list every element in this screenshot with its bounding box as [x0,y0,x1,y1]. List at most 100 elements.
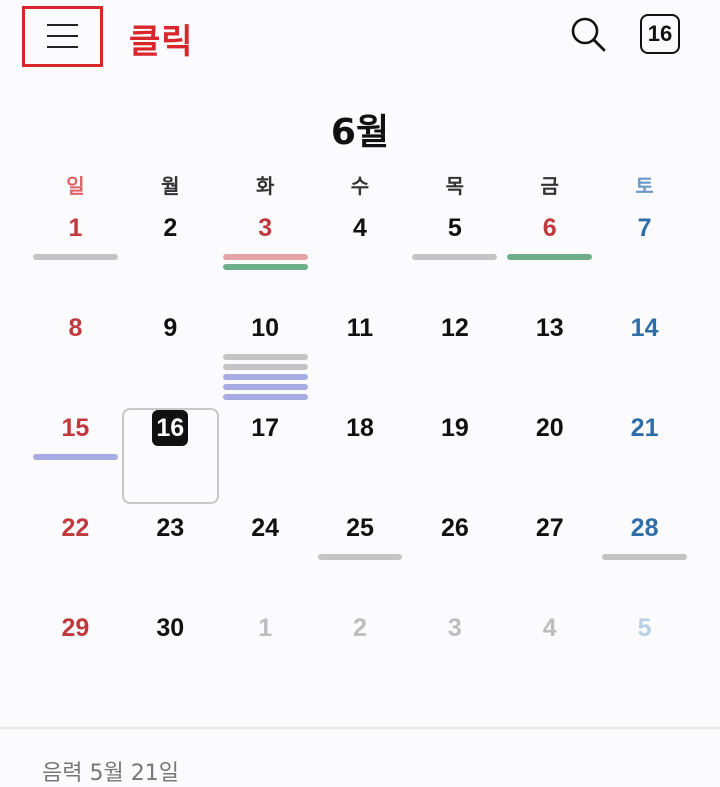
day-cell[interactable]: 15 [28,400,123,500]
event-bar[interactable] [507,254,593,260]
day-number: 4 [353,214,367,242]
day-cell[interactable]: 1 [218,600,313,700]
day-number: 23 [156,514,185,542]
menu-icon-line [47,46,78,48]
day-number: 18 [346,414,374,442]
event-bars [33,454,118,464]
day-number: 2 [353,614,367,642]
day-cell[interactable]: 5 [597,600,692,700]
day-number: 10 [251,314,280,342]
day-number: 26 [440,514,469,542]
day-number: 21 [630,414,659,442]
day-number: 28 [630,514,659,542]
day-cell[interactable]: 6 [502,200,597,300]
day-cell[interactable]: 3 [218,200,313,300]
week-row: 15 16 17 18 19 20 21 [28,400,692,504]
day-number: 25 [346,514,374,542]
day-cell[interactable]: 13 [502,300,597,400]
day-cell[interactable]: 2 [123,200,218,300]
day-cell[interactable]: 12 [407,300,502,400]
day-number: 7 [637,214,652,242]
day-number: 12 [440,314,469,342]
event-bar[interactable] [222,264,308,270]
day-number: 2 [163,214,178,242]
weekday-label: 수 [350,174,370,198]
day-number: 3 [447,614,462,642]
day-cell[interactable]: 29 [28,600,123,700]
day-cell[interactable]: 2 [313,600,408,700]
event-bars [602,554,688,564]
day-cell[interactable]: 18 [313,400,408,500]
hamburger-menu-button[interactable] [22,6,103,67]
event-bar[interactable] [222,254,308,260]
day-cell[interactable]: 10 [218,300,313,400]
event-bar[interactable] [317,554,403,560]
event-bar[interactable] [222,374,308,380]
day-cell[interactable]: 7 [597,200,692,300]
day-cell[interactable]: 4 [502,600,597,700]
event-bar[interactable] [222,364,308,370]
weekday-header: 일월화수목금토 [28,170,692,200]
day-cell[interactable]: 8 [28,300,123,400]
weekday-label: 월 [161,174,180,198]
event-bar[interactable] [412,254,498,260]
weekday-label: 토 [635,174,654,198]
day-cell[interactable]: 9 [123,300,218,400]
event-bar[interactable] [602,554,688,560]
day-cell[interactable]: 14 [597,300,692,400]
day-cell[interactable]: 23 [123,500,218,600]
menu-icon-line [47,35,78,37]
day-cell[interactable]: 27 [502,500,597,600]
day-number: 19 [440,414,469,442]
today-button[interactable]: 16 [640,14,680,54]
day-cell[interactable]: 5 [407,200,502,300]
weekday-label: 일 [66,174,85,198]
event-bar[interactable] [222,354,308,360]
day-cell[interactable]: 20 [502,400,597,500]
day-number: 14 [630,314,659,342]
top-bar: 클릭 16 [0,0,720,80]
day-number: 5 [637,614,652,642]
day-cell[interactable]: 11 [313,300,408,400]
week-row: 29 30 1 2 3 4 5 [28,600,692,700]
search-button[interactable] [566,12,610,56]
day-cell[interactable]: 21 [597,400,692,500]
month-title: 6월 [330,112,390,153]
day-number: 8 [68,314,83,342]
click-annotation: 클릭 [129,22,194,62]
day-cell[interactable]: 19 [407,400,502,500]
weekday-label: 금 [540,174,559,198]
day-cell[interactable]: 25 [313,500,408,600]
calendar-grid: 1 2 3 4 5 6 7 8 9 10 11 12 13 14 15 16 17 18 19 20 21 22 23 24 2… [28,200,692,700]
day-cell[interactable]: 4 [313,200,408,300]
day-cell[interactable]: 30 [123,600,218,700]
lunar-date: 음력 5월 21일 [42,761,179,786]
day-cell[interactable]: 16 [121,400,219,504]
day-cell[interactable]: 28 [597,500,692,600]
day-number: 30 [156,614,185,642]
day-number: 6 [542,214,557,242]
day-number: 1 [258,614,273,642]
event-bar[interactable] [222,384,308,390]
event-bar[interactable] [33,454,118,460]
day-number: 27 [535,514,564,542]
day-number: 22 [61,514,90,542]
day-number: 13 [535,314,564,342]
today-badge: 16 [647,21,673,46]
day-cell[interactable]: 26 [407,500,502,600]
event-bars [507,254,593,264]
day-cell[interactable]: 1 [28,200,123,300]
day-number: 16 [156,413,185,442]
day-cell[interactable]: 17 [218,400,313,500]
day-cell[interactable]: 24 [218,500,313,600]
day-number: 5 [447,214,462,242]
week-row: 8 9 10 11 12 13 14 [28,300,692,400]
day-cell[interactable]: 3 [407,600,502,700]
day-cell[interactable]: 22 [28,500,123,600]
week-row: 22 23 24 25 26 27 28 [28,500,692,600]
day-number: 9 [163,314,178,342]
search-icon [571,17,606,52]
today-marker: 16 [152,410,189,446]
event-bar[interactable] [33,254,118,260]
day-number: 1 [68,214,83,242]
